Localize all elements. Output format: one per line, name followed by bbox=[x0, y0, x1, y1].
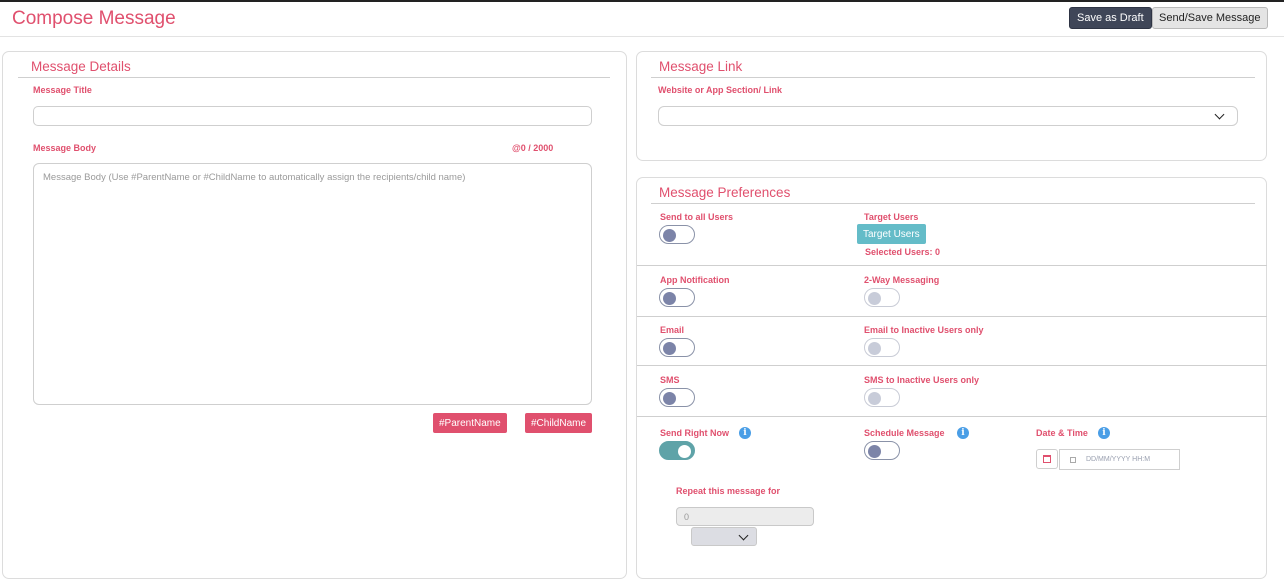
insert-child-name-button[interactable]: #ChildName bbox=[525, 413, 593, 433]
message-title-label: Message Title bbox=[33, 85, 92, 95]
page-header: Compose Message Save as Draft Send/Save … bbox=[0, 2, 1284, 37]
target-users-label: Target Users bbox=[864, 212, 919, 222]
calendar-icon bbox=[1070, 457, 1076, 463]
send-right-now-info-icon[interactable]: i bbox=[739, 427, 751, 439]
message-details-divider bbox=[18, 77, 610, 78]
insert-parent-name-button[interactable]: #ParentName bbox=[433, 413, 507, 433]
selected-users-count: Selected Users: 0 bbox=[865, 247, 941, 257]
repeat-count-input[interactable]: 0 bbox=[676, 507, 814, 526]
two-way-messaging-toggle[interactable] bbox=[864, 288, 900, 307]
website-link-select[interactable] bbox=[658, 106, 1238, 126]
chevron-down-icon bbox=[1214, 109, 1225, 120]
send-to-all-users-label: Send to all Users bbox=[660, 212, 734, 222]
sms-toggle[interactable] bbox=[659, 388, 695, 407]
app-notification-toggle[interactable] bbox=[659, 288, 695, 307]
schedule-message-label: Schedule Message bbox=[864, 428, 945, 438]
message-details-title: Message Details bbox=[31, 59, 131, 74]
date-time-input[interactable]: DD/MM/YYYY HH:M bbox=[1059, 449, 1180, 470]
message-link-title: Message Link bbox=[659, 59, 743, 74]
page-title: Compose Message bbox=[12, 8, 176, 29]
calendar-button[interactable] bbox=[1036, 449, 1058, 469]
date-time-placeholder: DD/MM/YYYY HH:M bbox=[1086, 456, 1151, 463]
schedule-message-info-icon[interactable]: i bbox=[957, 427, 969, 439]
message-title-input[interactable] bbox=[33, 106, 592, 126]
sms-inactive-users-label: SMS to Inactive Users only bbox=[864, 375, 980, 385]
website-link-label: Website or App Section/ Link bbox=[658, 85, 783, 95]
toggle-knob bbox=[868, 291, 881, 305]
message-link-divider bbox=[651, 77, 1255, 78]
row-divider bbox=[637, 265, 1267, 266]
chevron-down-icon bbox=[738, 530, 749, 541]
row-divider bbox=[637, 316, 1267, 317]
toggle-knob bbox=[663, 228, 676, 242]
date-time-label: Date & Time bbox=[1036, 428, 1088, 438]
save-as-draft-button[interactable]: Save as Draft bbox=[1069, 7, 1152, 29]
target-users-button[interactable]: Target Users bbox=[857, 224, 926, 244]
send-to-all-users-toggle[interactable] bbox=[659, 225, 695, 244]
row-divider bbox=[637, 416, 1267, 417]
email-inactive-users-toggle[interactable] bbox=[864, 338, 900, 357]
toggle-knob bbox=[868, 341, 881, 355]
toggle-knob bbox=[663, 341, 676, 355]
message-preferences-title: Message Preferences bbox=[659, 185, 791, 200]
sms-label: SMS bbox=[660, 375, 680, 385]
send-right-now-label: Send Right Now bbox=[660, 428, 729, 438]
repeat-unit-select[interactable] bbox=[691, 527, 757, 546]
toggle-knob bbox=[868, 391, 881, 405]
toggle-knob bbox=[868, 444, 881, 458]
date-time-info-icon[interactable]: i bbox=[1098, 427, 1110, 439]
row-divider bbox=[637, 365, 1267, 366]
message-body-label: Message Body bbox=[33, 143, 97, 153]
character-counter: @0 / 2000 bbox=[512, 143, 554, 153]
calendar-icon bbox=[1043, 455, 1051, 463]
email-label: Email bbox=[660, 325, 685, 335]
email-inactive-users-label: Email to Inactive Users only bbox=[864, 325, 984, 335]
send-save-message-button[interactable]: Send/Save Message bbox=[1152, 7, 1268, 29]
send-right-now-toggle[interactable] bbox=[659, 441, 695, 460]
sms-inactive-users-toggle[interactable] bbox=[864, 388, 900, 407]
message-body-textarea[interactable]: Message Body (Use #ParentName or #ChildN… bbox=[33, 163, 592, 405]
schedule-message-toggle[interactable] bbox=[864, 441, 900, 460]
two-way-messaging-label: 2-Way Messaging bbox=[864, 275, 940, 285]
repeat-message-label: Repeat this message for bbox=[676, 486, 781, 496]
toggle-knob bbox=[678, 444, 691, 458]
app-notification-label: App Notification bbox=[660, 275, 730, 285]
email-toggle[interactable] bbox=[659, 338, 695, 357]
toggle-knob bbox=[663, 291, 676, 305]
toggle-knob bbox=[663, 391, 676, 405]
message-preferences-divider bbox=[651, 203, 1255, 204]
